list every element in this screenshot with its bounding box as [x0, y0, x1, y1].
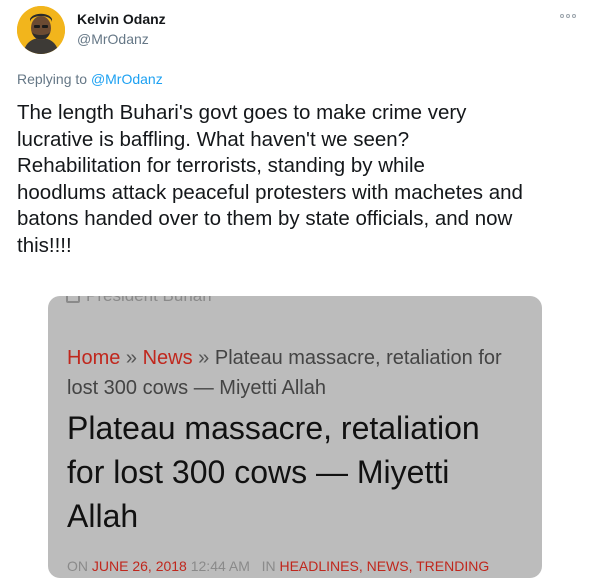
author-name[interactable]: Kelvin Odanz [77, 11, 166, 27]
author-handle[interactable]: @MrOdanz [77, 31, 149, 47]
more-options-icon[interactable] [556, 6, 580, 26]
tweet-line: The length Buhari's govt goes to make cr… [17, 101, 467, 124]
category-link-headlines[interactable]: HEADLINES [279, 558, 358, 574]
replying-handle-link[interactable]: @MrOdanz [91, 71, 163, 87]
meta-date: JUNE 26, 2018 [91, 558, 187, 574]
replying-prefix: Replying to [17, 71, 88, 87]
replying-to: Replying to @MrOdanz [17, 71, 163, 87]
page-icon [66, 296, 80, 303]
tweet-line: this!!!! [17, 233, 72, 257]
attached-screenshot[interactable]: President Buhari Home » News » Plateau m… [48, 296, 542, 578]
article-headline: Plateau massacre, retaliation for lost 3… [67, 406, 537, 538]
category-link-trending[interactable]: TRENDING [416, 558, 489, 574]
headline-line: Plateau massacre, retaliation [67, 410, 480, 446]
breadcrumb-separator: » [120, 347, 143, 369]
avatar[interactable] [17, 6, 65, 54]
meta-on-label: ON [67, 558, 88, 574]
tweet-line: hoodlums attack peaceful protesters with… [17, 180, 523, 204]
avatar-image [17, 6, 65, 54]
tweet-text: The length Buhari's govt goes to make cr… [17, 100, 587, 259]
tweet-line: batons handed over to them by state offi… [17, 207, 513, 230]
headline-line: Allah [67, 498, 139, 534]
breadcrumb-news-link[interactable]: News [143, 347, 193, 369]
cropped-top-text: President Buhari [66, 296, 212, 306]
tweet-line: Rehabilitation for terrorists, standing … [17, 154, 425, 177]
meta-time: 12:44 AM [190, 558, 250, 574]
tweet: Kelvin Odanz @MrOdanz Replying to @MrOda… [0, 0, 590, 582]
meta-in-label: IN [261, 558, 276, 574]
breadcrumb-home-link[interactable]: Home [67, 347, 120, 369]
cropped-label: President Buhari [86, 296, 212, 306]
tweet-line: lucrative is baffling. What haven't we s… [17, 127, 410, 151]
article-meta: ON JUNE 26, 2018 12:44 AM IN HEADLINES, … [67, 558, 490, 574]
breadcrumb: Home » News » Plateau massacre, retaliat… [67, 343, 527, 403]
breadcrumb-separator: » [192, 347, 215, 369]
headline-line: for lost 300 cows — Miyetti [67, 454, 450, 490]
category-link-news[interactable]: NEWS [367, 558, 409, 574]
